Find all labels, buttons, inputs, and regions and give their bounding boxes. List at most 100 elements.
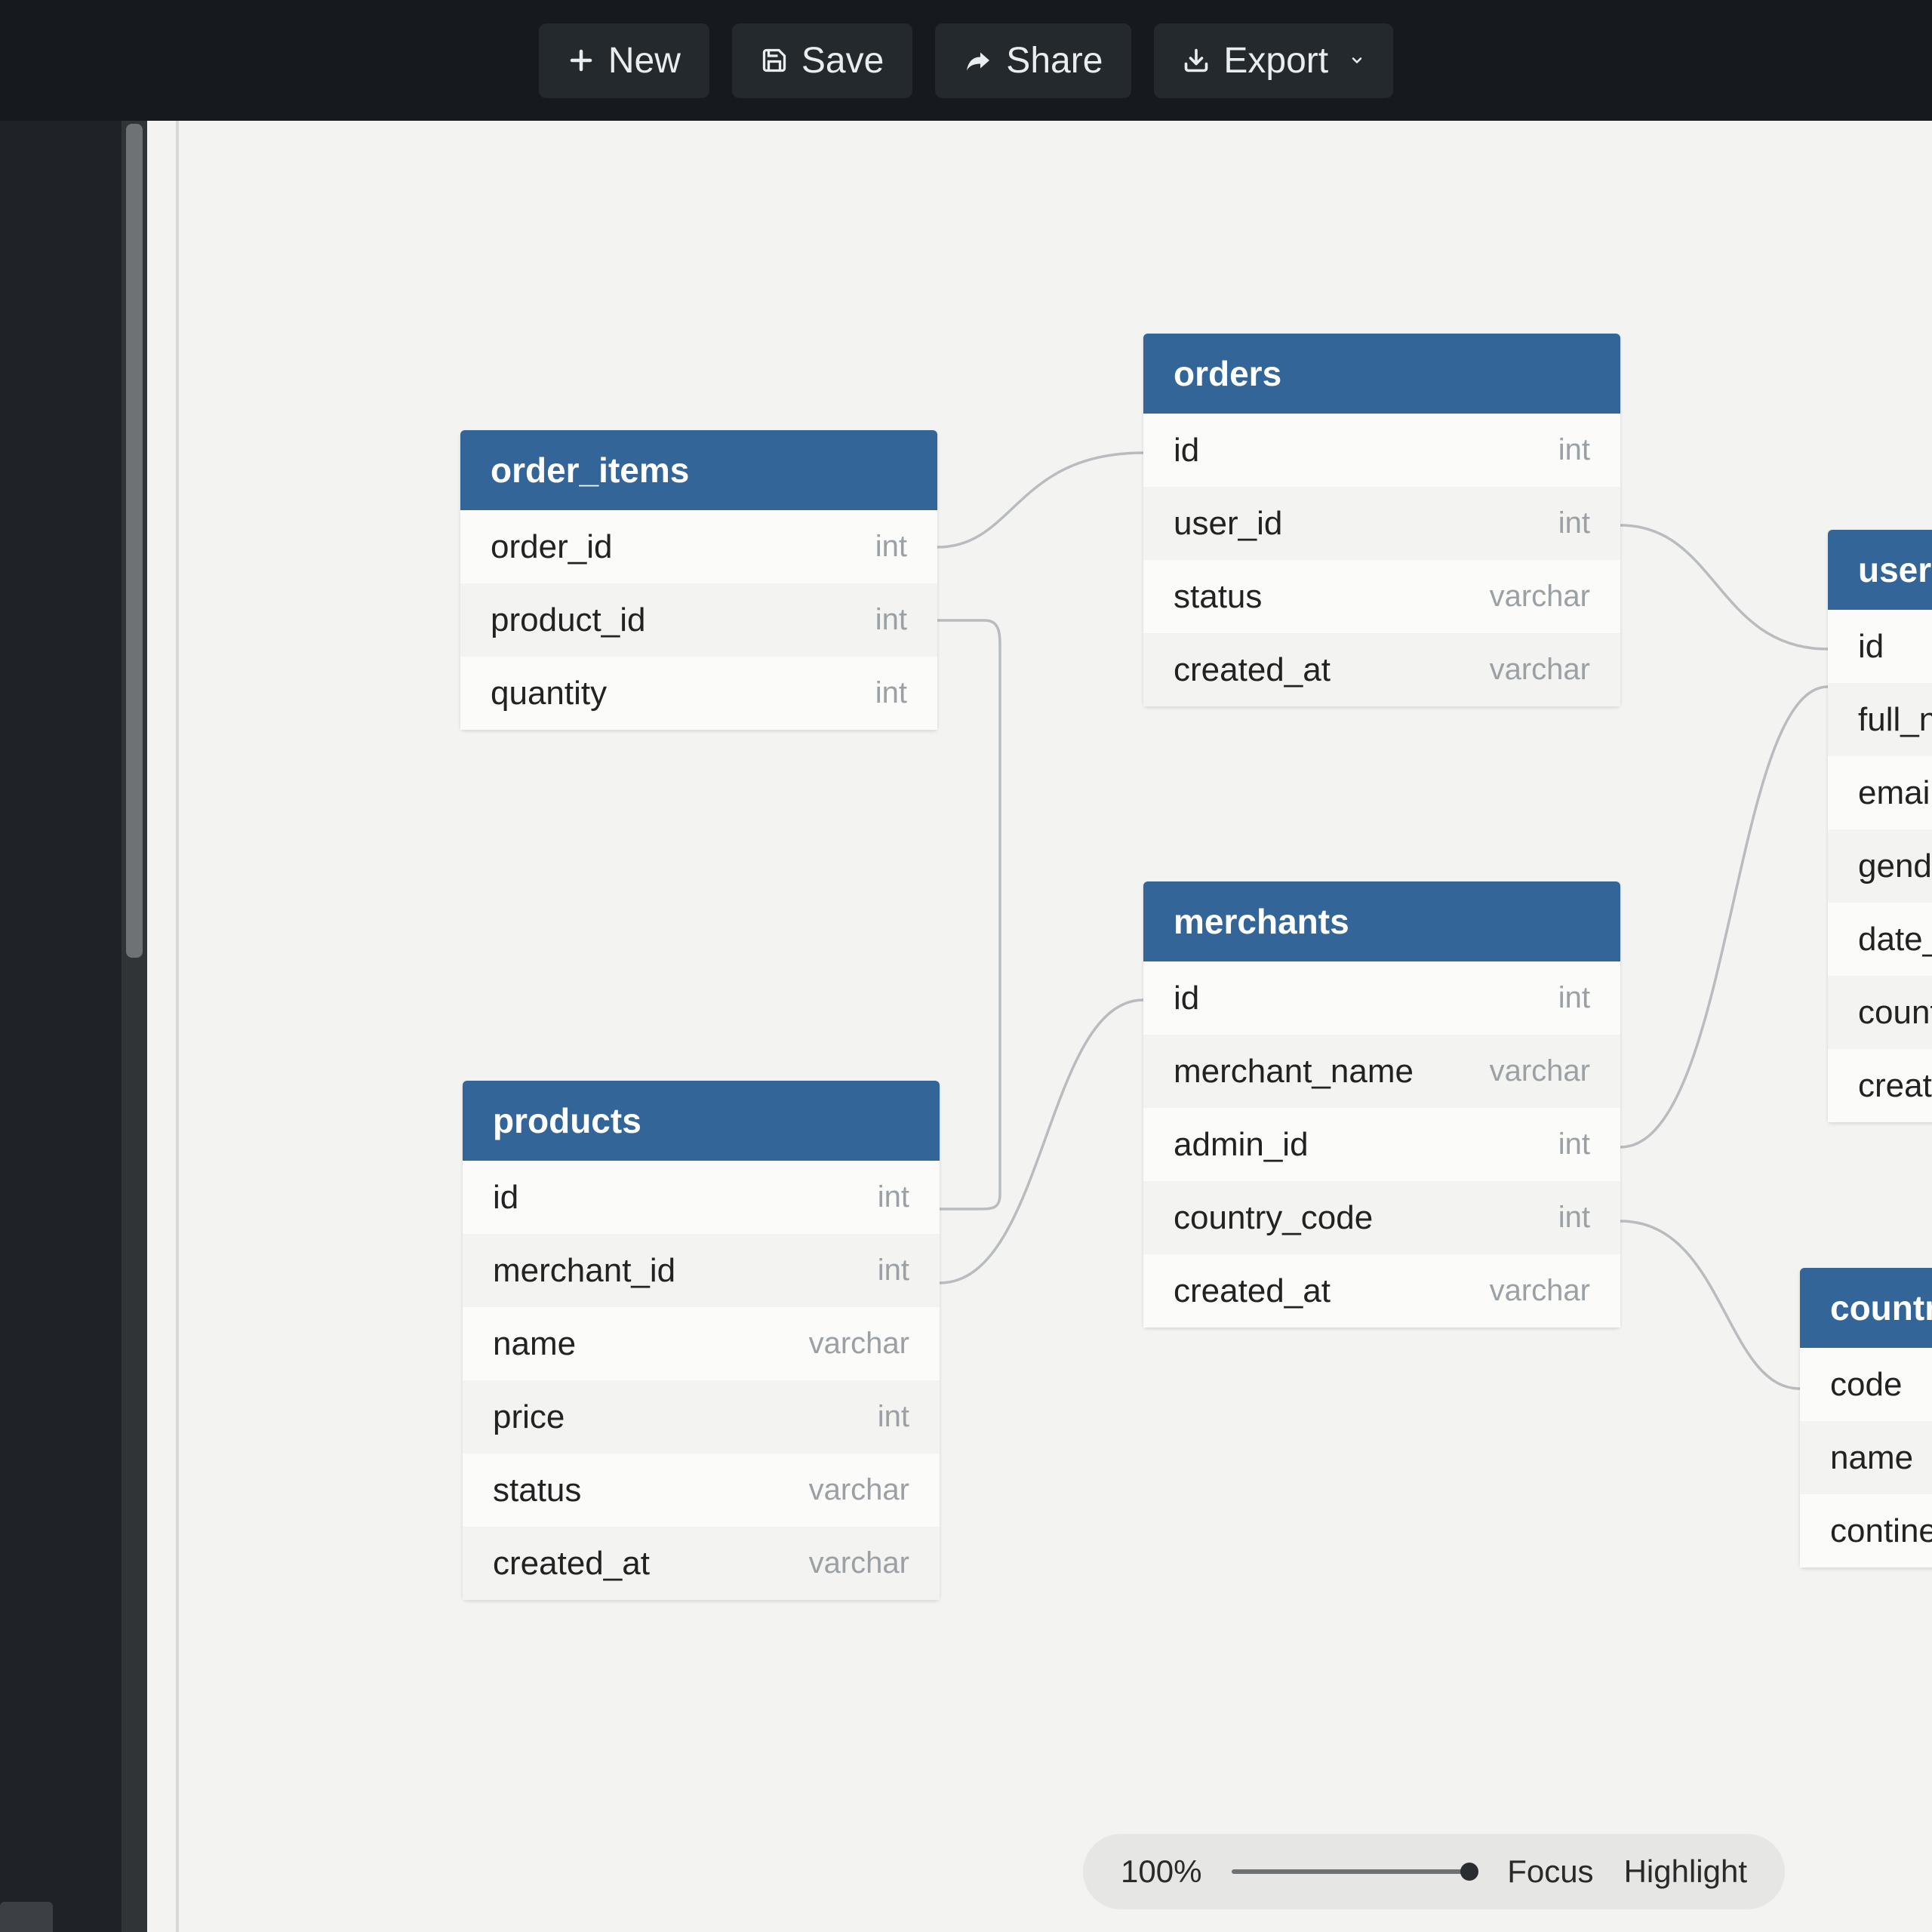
table-header[interactable]: countries (1800, 1268, 1932, 1348)
zoom-highlight-button[interactable]: Highlight (1624, 1854, 1747, 1890)
table-row[interactable]: date_of_birthvarchar (1828, 903, 1932, 976)
new-button-label: New (608, 40, 681, 82)
column-type: varchar (1490, 1274, 1590, 1308)
table-row[interactable]: statusvarchar (463, 1454, 940, 1527)
column-name: created_at (1858, 1067, 1932, 1105)
column-type: int (1558, 1201, 1590, 1235)
table-header[interactable]: products (463, 1081, 940, 1161)
table-merchants[interactable]: merchants idint merchant_namevarchar adm… (1143, 881, 1620, 1327)
table-users[interactable]: users idint full_namevarchar emailvarcha… (1828, 530, 1932, 1122)
plus-icon (568, 47, 595, 74)
connectors-layer (147, 121, 1932, 1932)
zoom-slider-knob[interactable] (1460, 1863, 1478, 1881)
table-orders[interactable]: orders idint user_id int status varchar cr… (1143, 334, 1620, 706)
column-name: name (1830, 1439, 1913, 1477)
table-row[interactable]: priceint (463, 1380, 940, 1454)
table-row[interactable]: idint (1143, 961, 1620, 1035)
column-name: merchant_id (493, 1252, 675, 1290)
column-type: varchar (809, 1473, 909, 1507)
column-type: varchar (809, 1327, 909, 1361)
table-title: products (493, 1100, 641, 1141)
table-countries[interactable]: countries codeint namevarchar continent_… (1800, 1268, 1932, 1567)
save-button-label: Save (801, 40, 884, 82)
column-name: user_id (1174, 505, 1282, 543)
zoom-slider[interactable] (1232, 1869, 1477, 1874)
table-row[interactable]: admin_idint (1143, 1108, 1620, 1181)
table-row[interactable]: codeint (1800, 1348, 1932, 1421)
table-row[interactable]: name varchar (463, 1307, 940, 1380)
column-name: status (1174, 578, 1262, 616)
save-button[interactable]: Save (732, 23, 912, 98)
column-type: varchar (1490, 1054, 1590, 1088)
column-name: date_of_birth (1858, 921, 1932, 958)
table-title: countries (1830, 1287, 1932, 1328)
canvas-divider (176, 121, 179, 1932)
column-type: varchar (809, 1546, 909, 1580)
table-row[interactable]: created_atvarchar (1828, 1049, 1932, 1122)
left-scrollbar-track[interactable] (122, 121, 147, 1932)
column-type: int (1558, 506, 1590, 540)
column-name: name (493, 1325, 576, 1363)
column-name: created_at (493, 1545, 650, 1583)
column-type: int (875, 676, 907, 710)
table-row[interactable]: emailvarchar (1828, 756, 1932, 829)
table-products[interactable]: products idint merchant_id int name varcha… (463, 1081, 940, 1600)
column-name: order_id (491, 528, 612, 566)
table-row[interactable]: status varchar (1143, 560, 1620, 633)
table-row[interactable]: created_atvarchar (1143, 1254, 1620, 1327)
table-row[interactable]: merchant_id int (463, 1234, 940, 1307)
zoom-control: 100% Focus Highlight (1083, 1834, 1785, 1909)
table-row[interactable]: idint (1143, 414, 1620, 487)
export-button-label: Export (1223, 40, 1328, 82)
column-name: id (1174, 432, 1199, 469)
table-header[interactable]: users (1828, 530, 1932, 610)
column-name: gender (1858, 848, 1932, 885)
export-button[interactable]: Export (1154, 23, 1393, 98)
table-title: users (1858, 549, 1932, 590)
column-type: int (878, 1254, 909, 1287)
new-button[interactable]: New (539, 23, 709, 98)
column-type: int (1558, 981, 1590, 1015)
table-row[interactable]: created_at varchar (463, 1527, 940, 1600)
column-type: int (1558, 1128, 1590, 1161)
table-row[interactable]: full_namevarchar (1828, 683, 1932, 756)
share-button-label: Share (1006, 40, 1103, 82)
table-row[interactable]: gendervarchar (1828, 829, 1932, 903)
table-header[interactable]: merchants (1143, 881, 1620, 961)
table-row[interactable]: order_id int (460, 510, 937, 583)
table-row[interactable]: quantityint (460, 657, 937, 730)
column-name: continent_name (1830, 1512, 1932, 1550)
column-type: int (875, 530, 907, 564)
column-name: country_code (1174, 1199, 1373, 1237)
table-row[interactable]: user_id int (1143, 487, 1620, 560)
column-name: product_id (491, 601, 645, 639)
table-order-items[interactable]: order_items order_idint product_idint qu… (460, 430, 937, 730)
column-name: country_code (1858, 994, 1932, 1032)
zoom-focus-button[interactable]: Focus (1507, 1854, 1593, 1890)
table-row[interactable]: continent_namevarchar (1800, 1494, 1932, 1567)
diagram-canvas[interactable]: order_items order_idint product_idint qu… (147, 121, 1932, 1932)
share-button[interactable]: Share (935, 23, 1131, 98)
column-name: email (1858, 774, 1932, 812)
column-name: id (493, 1179, 518, 1217)
table-row[interactable]: country_codeint (1828, 976, 1932, 1049)
table-row[interactable]: idint (463, 1161, 940, 1234)
table-row[interactable]: country_code int (1143, 1181, 1620, 1254)
table-title: order_items (491, 450, 689, 491)
table-row[interactable]: idint (1828, 610, 1932, 683)
column-type: varchar (1490, 580, 1590, 614)
toolbar: New Save Share Export (0, 0, 1932, 121)
table-row[interactable]: merchant_namevarchar (1143, 1035, 1620, 1108)
table-row[interactable]: product_id int (460, 583, 937, 657)
side-panel-footer-block (0, 1902, 53, 1932)
table-title: merchants (1174, 901, 1349, 942)
table-header[interactable]: order_items (460, 430, 937, 510)
column-type: varchar (1490, 653, 1590, 687)
zoom-percent-label: 100% (1121, 1854, 1201, 1890)
column-type: int (875, 603, 907, 637)
table-row[interactable]: created_atvarchar (1143, 633, 1620, 706)
column-name: id (1858, 628, 1884, 666)
table-header[interactable]: orders (1143, 334, 1620, 414)
left-scrollbar-thumb[interactable] (126, 124, 143, 958)
table-row[interactable]: namevarchar (1800, 1421, 1932, 1494)
